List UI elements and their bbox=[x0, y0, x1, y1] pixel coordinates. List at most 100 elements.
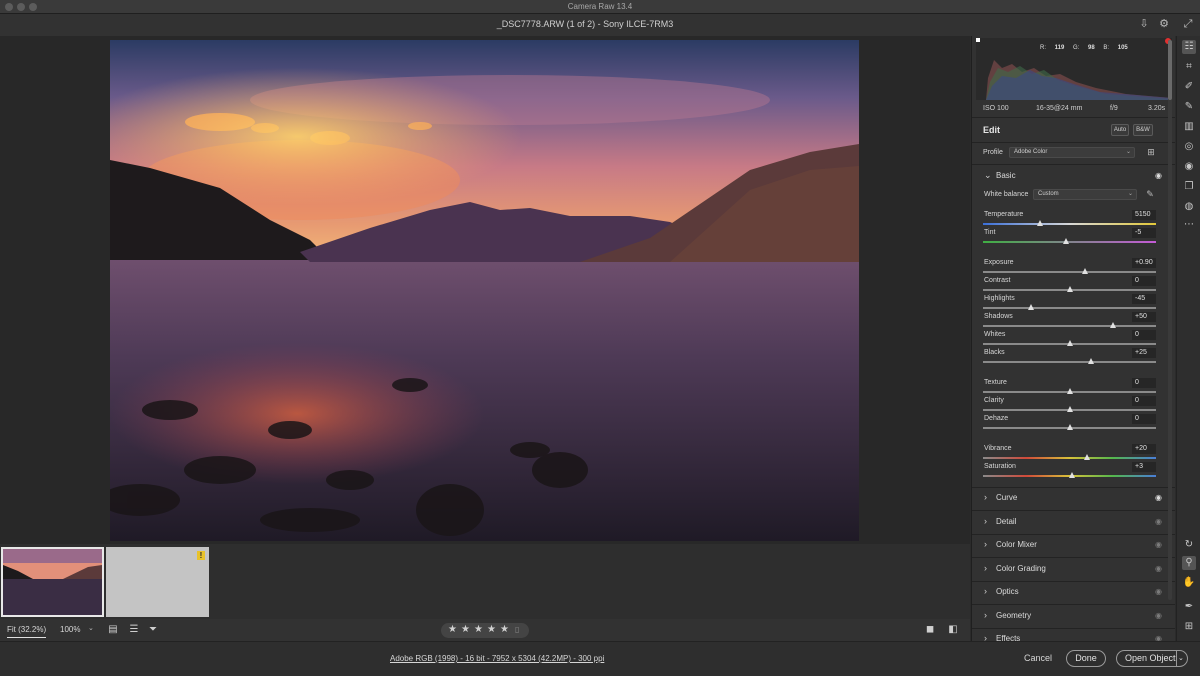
slider-handle[interactable] bbox=[1066, 340, 1073, 346]
slider-value-field[interactable]: 5150 bbox=[1132, 210, 1156, 220]
visibility-eye-icon[interactable]: ◉ bbox=[1155, 634, 1162, 641]
profile-browser-icon[interactable]: ⊞ bbox=[1145, 146, 1157, 158]
panel-scrollbar[interactable] bbox=[1168, 40, 1172, 600]
white-balance-dropdown[interactable]: Custom ⌄ bbox=[1033, 189, 1137, 200]
presets-icon[interactable]: ◍ bbox=[1182, 200, 1196, 214]
slider-blacks[interactable]: Blacks +25 bbox=[983, 348, 1156, 367]
slider-saturation[interactable]: Saturation +3 bbox=[983, 462, 1156, 481]
rotate-icon[interactable]: ↻ bbox=[1182, 538, 1196, 552]
slider-texture[interactable]: Texture 0 bbox=[983, 378, 1156, 397]
section-curve-header[interactable]: › Curve ◉ bbox=[972, 487, 1175, 511]
histogram[interactable]: R: 119 G: 98 B: 105 bbox=[976, 38, 1172, 100]
slider-value-field[interactable]: 0 bbox=[1132, 378, 1156, 388]
section-basic-header[interactable]: ⌄ Basic ◉ bbox=[972, 165, 1175, 187]
open-object-button[interactable]: Open Object ⌄ bbox=[1116, 650, 1188, 667]
filmstrip-view-icon[interactable]: ▤ bbox=[106, 623, 120, 637]
slider-exposure[interactable]: Exposure +0.90 bbox=[983, 258, 1156, 277]
slider-handle[interactable] bbox=[1066, 406, 1073, 412]
slider-handle[interactable] bbox=[1088, 358, 1095, 364]
section-detail-header[interactable]: › Detail ◉ bbox=[972, 511, 1175, 535]
zoom-icon[interactable]: ⚲ bbox=[1182, 556, 1196, 570]
image-canvas[interactable] bbox=[0, 36, 970, 544]
visibility-eye-icon[interactable]: ◉ bbox=[1155, 517, 1162, 526]
auto-button[interactable]: Auto bbox=[1111, 124, 1129, 136]
before-after-icon[interactable]: ◧ bbox=[946, 623, 960, 637]
slider-shadows[interactable]: Shadows +50 bbox=[983, 312, 1156, 331]
slider-handle[interactable] bbox=[1083, 454, 1090, 460]
slider-value-field[interactable]: +25 bbox=[1132, 348, 1156, 358]
slider-value-field[interactable]: 0 bbox=[1132, 396, 1156, 406]
slider-track[interactable] bbox=[983, 325, 1156, 327]
slider-dehaze[interactable]: Dehaze 0 bbox=[983, 414, 1156, 433]
visibility-eye-icon[interactable]: ◉ bbox=[1155, 540, 1162, 549]
slider-temperature[interactable]: Temperature 5150 bbox=[983, 210, 1156, 229]
zoom-dropdown-icon[interactable]: ⌄ bbox=[88, 624, 94, 632]
section-color-grading-header[interactable]: › Color Grading ◉ bbox=[972, 558, 1175, 582]
photo-preview[interactable] bbox=[110, 40, 859, 541]
star-icon[interactable]: ★ bbox=[474, 624, 483, 635]
slider-contrast[interactable]: Contrast 0 bbox=[983, 276, 1156, 295]
slider-track[interactable] bbox=[983, 361, 1156, 363]
grid-icon[interactable]: ⊞ bbox=[1182, 620, 1196, 634]
gear-icon[interactable]: ⚙ bbox=[1157, 17, 1171, 31]
slider-track[interactable] bbox=[983, 457, 1156, 459]
crop-icon[interactable]: ⌗ bbox=[1182, 60, 1196, 74]
section-effects-header[interactable]: › Effects ◉ bbox=[972, 628, 1175, 641]
single-view-icon[interactable]: ◼ bbox=[923, 623, 937, 637]
edit-icon[interactable]: ☷ bbox=[1182, 40, 1196, 54]
cancel-button[interactable]: Cancel bbox=[1024, 653, 1052, 663]
section-geometry-header[interactable]: › Geometry ◉ bbox=[972, 605, 1175, 629]
slider-value-field[interactable]: +50 bbox=[1132, 312, 1156, 322]
section-optics-header[interactable]: › Optics ◉ bbox=[972, 581, 1175, 605]
slider-handle[interactable] bbox=[1109, 322, 1116, 328]
zoom-fit-button[interactable]: Fit (32.2%) bbox=[7, 625, 47, 638]
slider-value-field[interactable]: 0 bbox=[1132, 330, 1156, 340]
slider-handle[interactable] bbox=[1066, 424, 1073, 430]
slider-value-field[interactable]: +0.90 bbox=[1132, 258, 1156, 268]
star-icon[interactable]: ★ bbox=[500, 624, 509, 635]
save-icon[interactable]: ⇩ bbox=[1137, 17, 1151, 31]
eyedropper-icon[interactable]: ✎ bbox=[1144, 188, 1156, 200]
chevron-down-icon[interactable]: ⌄ bbox=[1178, 651, 1184, 666]
zoom-100-button[interactable]: 100% bbox=[60, 625, 80, 634]
slider-vibrance[interactable]: Vibrance +20 bbox=[983, 444, 1156, 463]
slider-whites[interactable]: Whites 0 bbox=[983, 330, 1156, 349]
slider-handle[interactable] bbox=[1069, 472, 1076, 478]
slider-handle[interactable] bbox=[1027, 304, 1034, 310]
filter-icon[interactable]: ⏷ bbox=[146, 623, 160, 637]
slider-handle[interactable] bbox=[1066, 388, 1073, 394]
scrollbar-thumb[interactable] bbox=[1168, 40, 1172, 100]
slider-value-field[interactable]: +20 bbox=[1132, 444, 1156, 454]
more-icon[interactable]: ⋯ bbox=[1182, 218, 1196, 232]
healing-icon[interactable]: ✐ bbox=[1182, 80, 1196, 94]
thumbnail-second[interactable]: ! bbox=[106, 547, 209, 617]
slider-value-field[interactable]: 0 bbox=[1132, 276, 1156, 286]
star-icon[interactable]: ★ bbox=[448, 624, 457, 635]
visibility-eye-icon[interactable]: ◉ bbox=[1155, 493, 1162, 502]
gradient-icon[interactable]: ▥ bbox=[1182, 120, 1196, 134]
bw-button[interactable]: B&W bbox=[1133, 124, 1153, 136]
done-button[interactable]: Done bbox=[1066, 650, 1106, 667]
profile-dropdown[interactable]: Adobe Color ⌄ bbox=[1009, 147, 1135, 158]
star-rating[interactable]: ★ ★ ★ ★ ★ ▯ bbox=[441, 623, 529, 638]
slider-value-field[interactable]: +3 bbox=[1132, 462, 1156, 472]
slider-track[interactable] bbox=[983, 307, 1156, 309]
sampler-icon[interactable]: ✒ bbox=[1182, 600, 1196, 614]
star-icon[interactable]: ★ bbox=[461, 624, 470, 635]
fullscreen-icon[interactable]: ⤢ bbox=[1181, 17, 1195, 31]
slider-value-field[interactable]: -45 bbox=[1132, 294, 1156, 304]
redeye-icon[interactable]: ◉ bbox=[1182, 160, 1196, 174]
slider-value-field[interactable]: -5 bbox=[1132, 228, 1156, 238]
thumbnail-current[interactable] bbox=[1, 547, 104, 617]
hand-icon[interactable]: ✋ bbox=[1182, 576, 1196, 590]
slider-track[interactable] bbox=[983, 223, 1156, 225]
radial-icon[interactable]: ◎ bbox=[1182, 140, 1196, 154]
snapshots-icon[interactable]: ❐ bbox=[1182, 180, 1196, 194]
visibility-eye-icon[interactable]: ◉ bbox=[1155, 587, 1162, 596]
slider-track[interactable] bbox=[983, 241, 1156, 243]
slider-handle[interactable] bbox=[1066, 286, 1073, 292]
slider-handle[interactable] bbox=[1063, 238, 1070, 244]
slider-value-field[interactable]: 0 bbox=[1132, 414, 1156, 424]
brush-icon[interactable]: ✎ bbox=[1182, 100, 1196, 114]
slider-highlights[interactable]: Highlights -45 bbox=[983, 294, 1156, 313]
